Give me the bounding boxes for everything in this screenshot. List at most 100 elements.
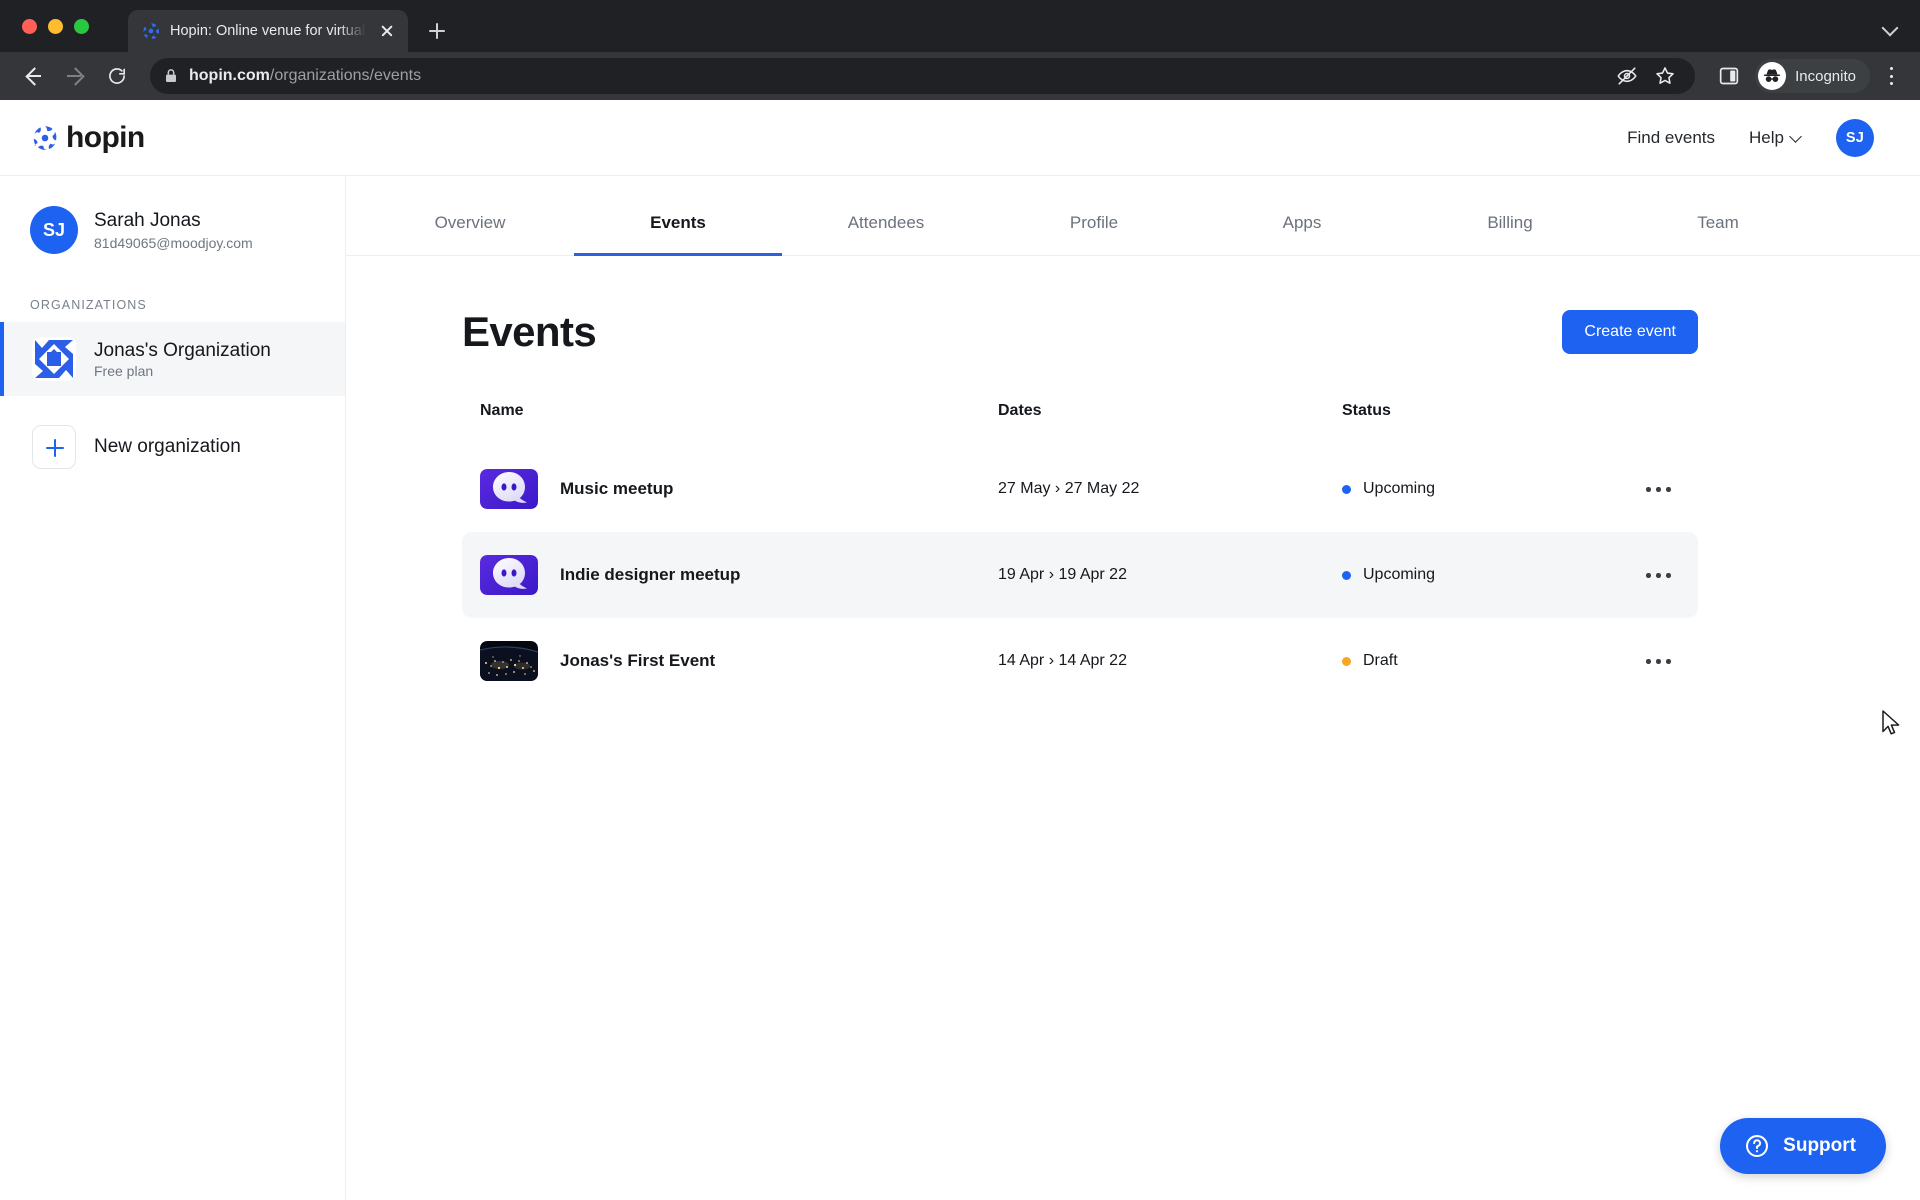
user-name: Sarah Jonas xyxy=(94,209,201,231)
events-table-body: Music meetup 27 May › 27 May 22 Upcoming… xyxy=(462,446,1698,704)
app-header: hopin Find events Help SJ xyxy=(0,100,1920,176)
incognito-hat-icon xyxy=(1758,62,1787,90)
address-bar-url: hopin.com/organizations/events xyxy=(189,67,421,85)
table-header-row: Name Dates Status xyxy=(462,402,1698,446)
event-name: Indie designer meetup xyxy=(560,565,741,584)
back-arrow-icon[interactable] xyxy=(14,57,52,95)
question-circle-icon xyxy=(1744,1133,1770,1159)
minimize-window-button[interactable] xyxy=(48,19,63,34)
window-traffic-lights xyxy=(22,19,89,34)
close-window-button[interactable] xyxy=(22,19,37,34)
event-name: Jonas's First Event xyxy=(560,651,716,670)
tab-team[interactable]: Team xyxy=(1614,213,1822,255)
cell-actions xyxy=(1642,532,1698,618)
forward-arrow-icon[interactable] xyxy=(56,57,94,95)
eye-slash-icon[interactable] xyxy=(1611,60,1643,92)
plus-icon xyxy=(32,425,76,469)
hopin-logo[interactable]: hopin xyxy=(30,121,145,155)
omnibox-actions xyxy=(1611,60,1681,92)
sidebar-user-text: Sarah Jonas 81d49065@moodjoy.com xyxy=(94,209,253,252)
chevron-down-icon xyxy=(1791,132,1802,143)
incognito-indicator[interactable]: Incognito xyxy=(1755,59,1870,93)
brand-wordmark: hopin xyxy=(66,120,145,154)
organization-pinwheel-icon xyxy=(32,337,76,381)
reload-icon[interactable] xyxy=(98,57,136,95)
header-actions: Find events Help SJ xyxy=(1627,118,1874,157)
tab-events[interactable]: Events xyxy=(574,213,782,255)
event-dates: 27 May › 27 May 22 xyxy=(998,480,1140,497)
side-panel-icon[interactable] xyxy=(1713,60,1745,92)
status-dot-icon xyxy=(1342,484,1351,494)
maximize-window-button[interactable] xyxy=(74,19,89,34)
organizations-section-label: ORGANIZATIONS xyxy=(30,298,147,312)
cell-name: Music meetup xyxy=(462,446,998,532)
page-content: hopin Find events Help SJ SJ Sarah Jonas… xyxy=(0,100,1920,1200)
cell-status: Upcoming xyxy=(1342,446,1642,532)
event-thumbnail-icon xyxy=(480,641,538,681)
hopin-favicon-icon xyxy=(142,22,160,40)
organization-name: Jonas's Organization xyxy=(94,339,271,361)
organization-text: Jonas's Organization Free plan xyxy=(94,339,271,380)
sidebar: SJ Sarah Jonas 81d49065@moodjoy.com ORGA… xyxy=(0,176,346,1200)
status-badge: Draft xyxy=(1342,652,1642,670)
sidebar-user[interactable]: SJ Sarah Jonas 81d49065@moodjoy.com xyxy=(0,198,345,254)
tab-billing[interactable]: Billing xyxy=(1406,213,1614,255)
address-bar[interactable]: hopin.com/organizations/events xyxy=(150,58,1696,94)
column-header-actions xyxy=(1642,402,1698,446)
user-email: 81d49065@moodjoy.com xyxy=(94,235,253,252)
more-options-icon[interactable] xyxy=(1642,558,1674,592)
more-options-icon[interactable] xyxy=(1642,644,1674,678)
tab-attendees[interactable]: Attendees xyxy=(782,213,990,255)
table-row[interactable]: Jonas's First Event 14 Apr › 14 Apr 22 D… xyxy=(462,618,1698,704)
status-dot-icon xyxy=(1342,570,1351,580)
browser-tab-strip: Hopin: Online venue for virtual xyxy=(0,0,1920,52)
column-header-dates: Dates xyxy=(998,402,1042,419)
help-menu[interactable]: Help xyxy=(1749,128,1802,148)
page-title: Events xyxy=(462,308,597,355)
cell-actions xyxy=(1642,618,1698,704)
main-panel: Overview Events Attendees Profile Apps Billin… xyxy=(346,176,1920,1200)
cell-actions xyxy=(1642,446,1698,532)
table-row[interactable]: Music meetup 27 May › 27 May 22 Upcoming xyxy=(462,446,1698,532)
hopin-swirl-icon xyxy=(30,123,60,153)
cell-dates: 27 May › 27 May 22 xyxy=(998,446,1342,532)
cell-name: Jonas's First Event xyxy=(462,618,998,704)
lock-icon xyxy=(164,68,178,84)
cell-status: Upcoming xyxy=(1342,532,1642,618)
new-organization-label: New organization xyxy=(94,436,241,457)
create-event-button[interactable]: Create event xyxy=(1562,310,1698,354)
event-thumbnail-icon xyxy=(480,555,538,595)
status-label: Draft xyxy=(1363,652,1398,669)
column-header-name: Name xyxy=(480,402,524,419)
event-thumbnail-icon xyxy=(480,469,538,509)
table-row[interactable]: Indie designer meetup 19 Apr › 19 Apr 22… xyxy=(462,532,1698,618)
org-tab-bar: Overview Events Attendees Profile Apps Billin… xyxy=(346,176,1920,256)
mouse-cursor xyxy=(1882,710,1902,736)
events-content: Events Create event Name Dates Status Mu… xyxy=(346,256,1920,704)
event-dates: 14 Apr › 14 Apr 22 xyxy=(998,652,1127,669)
column-header-status: Status xyxy=(1342,402,1391,419)
organization-plan: Free plan xyxy=(94,363,154,380)
support-button[interactable]: Support xyxy=(1720,1118,1886,1174)
tab-overview[interactable]: Overview xyxy=(366,213,574,255)
sidebar-item-jonas-organization[interactable]: Jonas's Organization Free plan xyxy=(0,322,345,396)
tab-profile[interactable]: Profile xyxy=(990,213,1198,255)
close-icon[interactable] xyxy=(376,20,398,42)
tab-apps[interactable]: Apps xyxy=(1198,213,1406,255)
avatar[interactable]: SJ xyxy=(1836,118,1874,157)
events-table-head: Name Dates Status xyxy=(462,402,1698,446)
find-events-link[interactable]: Find events xyxy=(1627,128,1715,148)
browser-tab[interactable]: Hopin: Online venue for virtual xyxy=(128,10,408,52)
support-label: Support xyxy=(1783,1135,1856,1156)
help-label: Help xyxy=(1749,127,1784,147)
more-options-icon[interactable] xyxy=(1642,472,1674,506)
events-header-row: Events Create event xyxy=(462,308,1698,356)
three-dot-menu-icon[interactable] xyxy=(1876,59,1906,93)
chevron-down-icon[interactable] xyxy=(1884,20,1898,34)
plus-icon[interactable] xyxy=(420,14,454,48)
star-icon[interactable] xyxy=(1649,60,1681,92)
cell-dates: 19 Apr › 19 Apr 22 xyxy=(998,532,1342,618)
browser-toolbar: hopin.com/organizations/events Incognito xyxy=(0,52,1920,100)
new-organization-button[interactable]: New organization xyxy=(0,410,345,484)
avatar: SJ xyxy=(30,206,78,254)
